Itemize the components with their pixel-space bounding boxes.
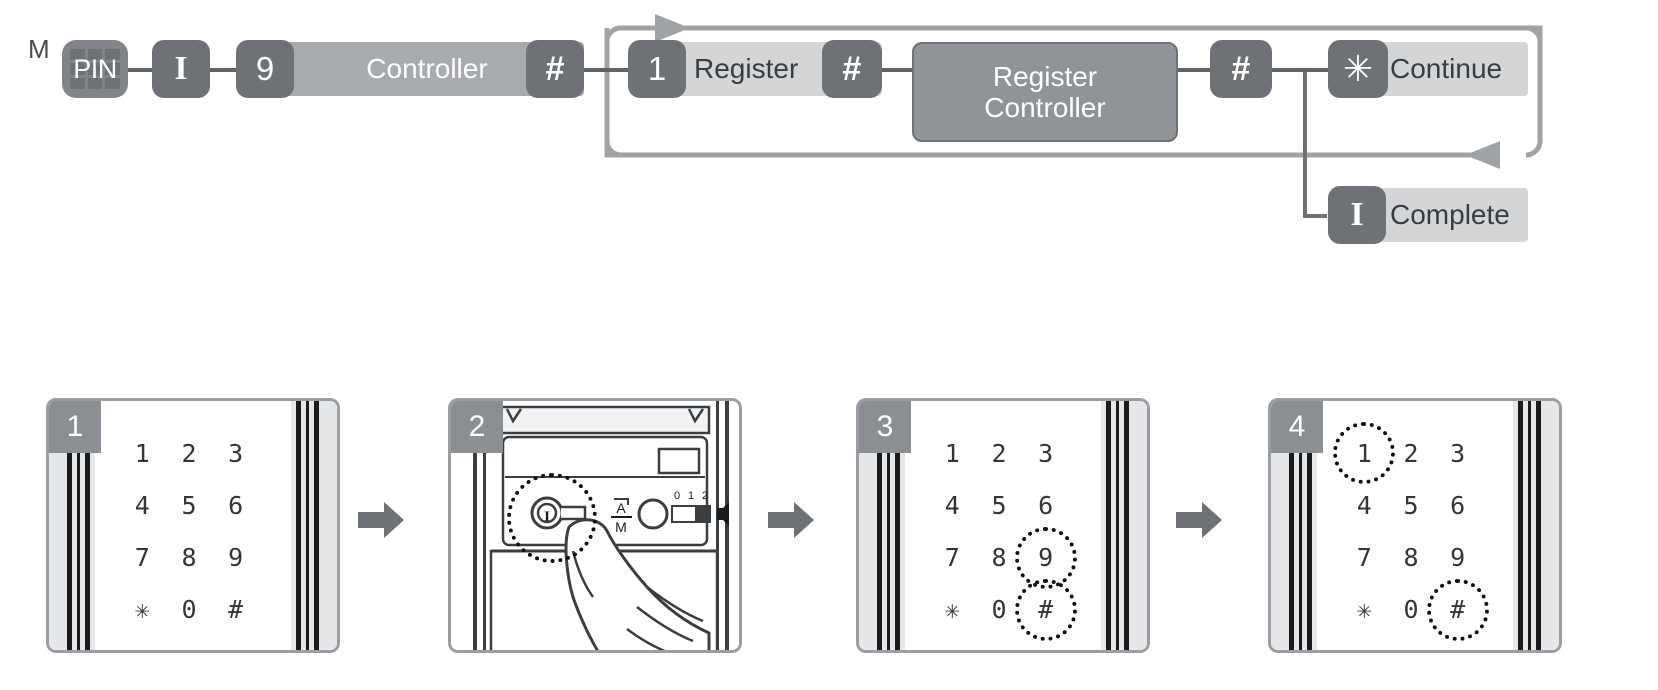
hash-key-2-label: # [842,49,862,88]
digit-1-key-label: 1 [647,50,667,87]
panel-number-4: 4 [1271,401,1323,453]
keypad-key[interactable]: 9 [1434,532,1481,584]
register-bar-label: Register [694,53,799,84]
keypad-key[interactable]: 2 [1388,427,1435,479]
keypad-key[interactable]: 4 [929,479,976,531]
svg-text:A: A [616,500,626,516]
letter-i-key-label: I [174,50,188,87]
panel3-keypad[interactable]: 1 2 3 4 5 6 7 8 9 ✳ 0 # [929,427,1069,636]
keypad-key-highlighted[interactable]: 9 [1022,532,1069,584]
keypad-key[interactable]: 3 [1022,427,1069,479]
svg-text:1: 1 [688,490,694,502]
keypad-key[interactable]: 2 [976,427,1023,479]
keypad-key[interactable]: 3 [1434,427,1481,479]
keypad-key[interactable]: 3 [212,427,259,479]
panel-number-2: 2 [451,401,503,453]
letter-i-key[interactable]: I [152,40,210,98]
keypad-key[interactable]: 1 [929,427,976,479]
keypad-key[interactable]: 5 [166,479,213,531]
pin-key[interactable]: PIN [62,40,128,98]
keypad-key[interactable]: 4 [1341,479,1388,531]
keypad-key[interactable]: 2 [166,427,213,479]
panel1-bezel-line-f [296,401,301,650]
keypad-key[interactable]: 6 [1022,479,1069,531]
connector-pin-to-i [126,68,152,72]
loop-top-arrowhead [655,14,690,42]
svg-text:M: M [615,519,627,535]
connector-hash-to-regctrl [882,68,914,72]
panel3-bezel-line-f [1106,401,1111,650]
keypad-key[interactable]: 7 [929,532,976,584]
svg-text:2: 2 [702,490,708,502]
keypad-key[interactable]: 9 [212,532,259,584]
star-key-label: ✳ [1342,48,1374,89]
star-key[interactable]: ✳ [1328,40,1388,98]
connector-i-to-9 [210,68,236,72]
panel4-keypad[interactable]: 1 2 3 4 5 6 7 8 9 ✳ 0 # [1341,427,1481,636]
keypad-key[interactable]: ✳ [1341,584,1388,636]
panel4-bezel-line-f [1518,401,1523,650]
connector-regctrl-to-hash [1176,68,1210,72]
panel4-bezel-line-e [1528,401,1531,650]
keypad-key-highlighted[interactable]: # [1022,584,1069,636]
highlight-circle-power-button [507,473,597,563]
keypad-key-highlighted[interactable]: 1 [1341,427,1388,479]
right-arrow-icon [1176,502,1222,538]
hash-key-1-label: # [545,49,565,88]
step-panel-3: 3 1 2 3 4 5 6 7 8 9 ✳ 0 # [856,398,1150,653]
hash-key-2[interactable]: # [822,40,882,98]
keypad-key[interactable]: 7 [119,532,166,584]
pin-key-label: PIN [73,53,117,84]
flow-diagram: M PIN I Controller 9 # Register 1 # Regi… [0,0,1658,270]
keypad-key[interactable]: 6 [212,479,259,531]
keypad-key[interactable]: 4 [119,479,166,531]
hash-key-1[interactable]: # [526,40,584,98]
connector-hash-to-1 [584,68,630,72]
step-panel-1: 1 1 2 3 4 5 6 7 8 9 ✳ 0 # [46,398,340,653]
register-controller-line2: Controller [984,92,1106,123]
panel1-bezel-line-d [314,401,319,650]
keypad-key[interactable]: 6 [1434,479,1481,531]
panel1-keypad[interactable]: 1 2 3 4 5 6 7 8 9 ✳ 0 # [119,427,259,636]
complete-bar-label: Complete [1390,199,1510,230]
loop-bottom-arrowhead [1465,141,1500,169]
keypad-key[interactable]: ✳ [929,584,976,636]
panel3-bezel-line-d [1124,401,1129,650]
hash-key-3-label: # [1231,49,1251,88]
step-panels-row: 1 1 2 3 4 5 6 7 8 9 ✳ 0 # 2 I A M 0 1 2 … [0,380,1658,670]
panel-number-1: 1 [49,401,101,453]
keypad-key[interactable]: # [212,584,259,636]
step-panel-2: 2 I A M 0 1 2 [448,398,742,653]
svg-text:0: 0 [674,490,680,502]
keypad-key[interactable]: 5 [1388,479,1435,531]
keypad-key[interactable]: 5 [976,479,1023,531]
panel1-bezel-line-e [306,401,309,650]
digit-9-key[interactable]: 9 [236,40,294,98]
right-arrow-icon [768,502,814,538]
controller-bar-label: Controller [366,53,488,84]
register-controller-box: Register Controller [912,42,1178,142]
panel-number-3: 3 [859,401,911,453]
letter-i-key-complete[interactable]: I [1328,186,1386,244]
keypad-key[interactable]: 1 [119,427,166,479]
connector-hash-to-star [1272,68,1328,72]
letter-i-key-complete-label: I [1350,196,1364,233]
register-controller-line1: Register [992,60,1098,92]
panel4-bezel-line-d [1536,401,1541,650]
keypad-key[interactable]: ✳ [119,584,166,636]
hash-key-3[interactable]: # [1210,40,1272,98]
keypad-key[interactable]: 7 [1341,532,1388,584]
keypad-key[interactable]: 8 [166,532,213,584]
keypad-key-highlighted[interactable]: # [1434,584,1481,636]
digit-1-key[interactable]: 1 [628,40,686,98]
keypad-key[interactable]: 0 [166,584,213,636]
mode-label: M [28,34,50,64]
keypad-key[interactable]: 8 [1388,532,1435,584]
right-arrow-icon [358,502,404,538]
digit-9-key-label: 9 [255,50,275,87]
step-panel-4: 4 1 2 3 4 5 6 7 8 9 ✳ 0 # [1268,398,1562,653]
continue-bar-label: Continue [1390,53,1503,84]
panel3-bezel-line-e [1116,401,1119,650]
